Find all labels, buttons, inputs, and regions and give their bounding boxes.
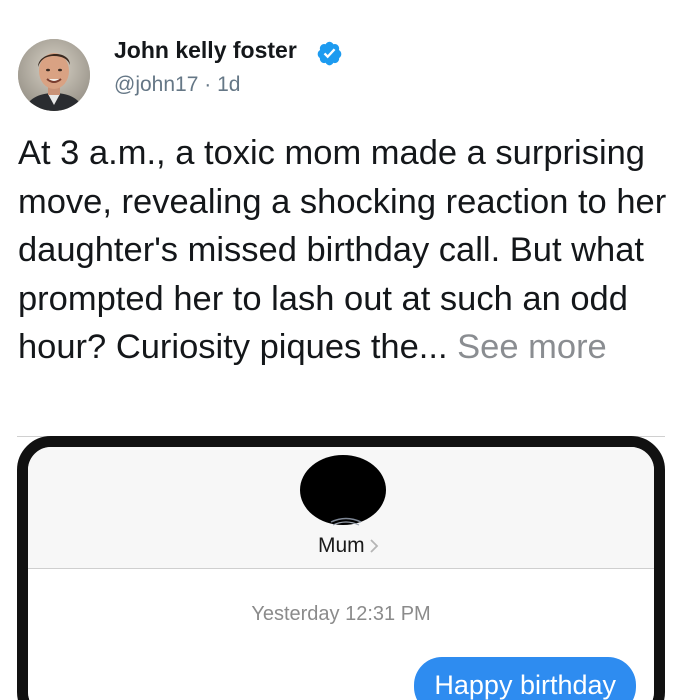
sent-message-bubble: Happy birthday (414, 657, 636, 700)
message-thread: Yesterday 12:31 PM Happy birthday (28, 569, 654, 700)
author-handle[interactable]: @john17 (114, 73, 198, 96)
separator-dot: · (204, 73, 212, 96)
see-more-link[interactable]: See more (457, 328, 607, 366)
verified-badge-icon (317, 41, 342, 66)
message-timestamp: Yesterday 12:31 PM (251, 603, 431, 625)
tweet-body: At 3 a.m., a toxic mom made a surprising… (18, 129, 694, 372)
contact-name: Mum (318, 534, 365, 557)
tweet-post: John kelly foster @john17 · 1d At 3 a.m.… (0, 0, 700, 700)
handle-and-time: @john17 · 1d (114, 73, 240, 97)
author-avatar[interactable] (18, 39, 90, 111)
chevron-right-icon (370, 539, 378, 553)
conversation-header: Mum (28, 447, 654, 569)
contact-name-button[interactable]: Mum (318, 534, 379, 558)
avatar-scribble-icon (330, 517, 362, 526)
author-name[interactable]: John kelly foster (114, 37, 297, 64)
embedded-message-screenshot[interactable]: Mum Yesterday 12:31 PM Happy birthday (17, 436, 665, 700)
post-time[interactable]: 1d (217, 73, 240, 96)
